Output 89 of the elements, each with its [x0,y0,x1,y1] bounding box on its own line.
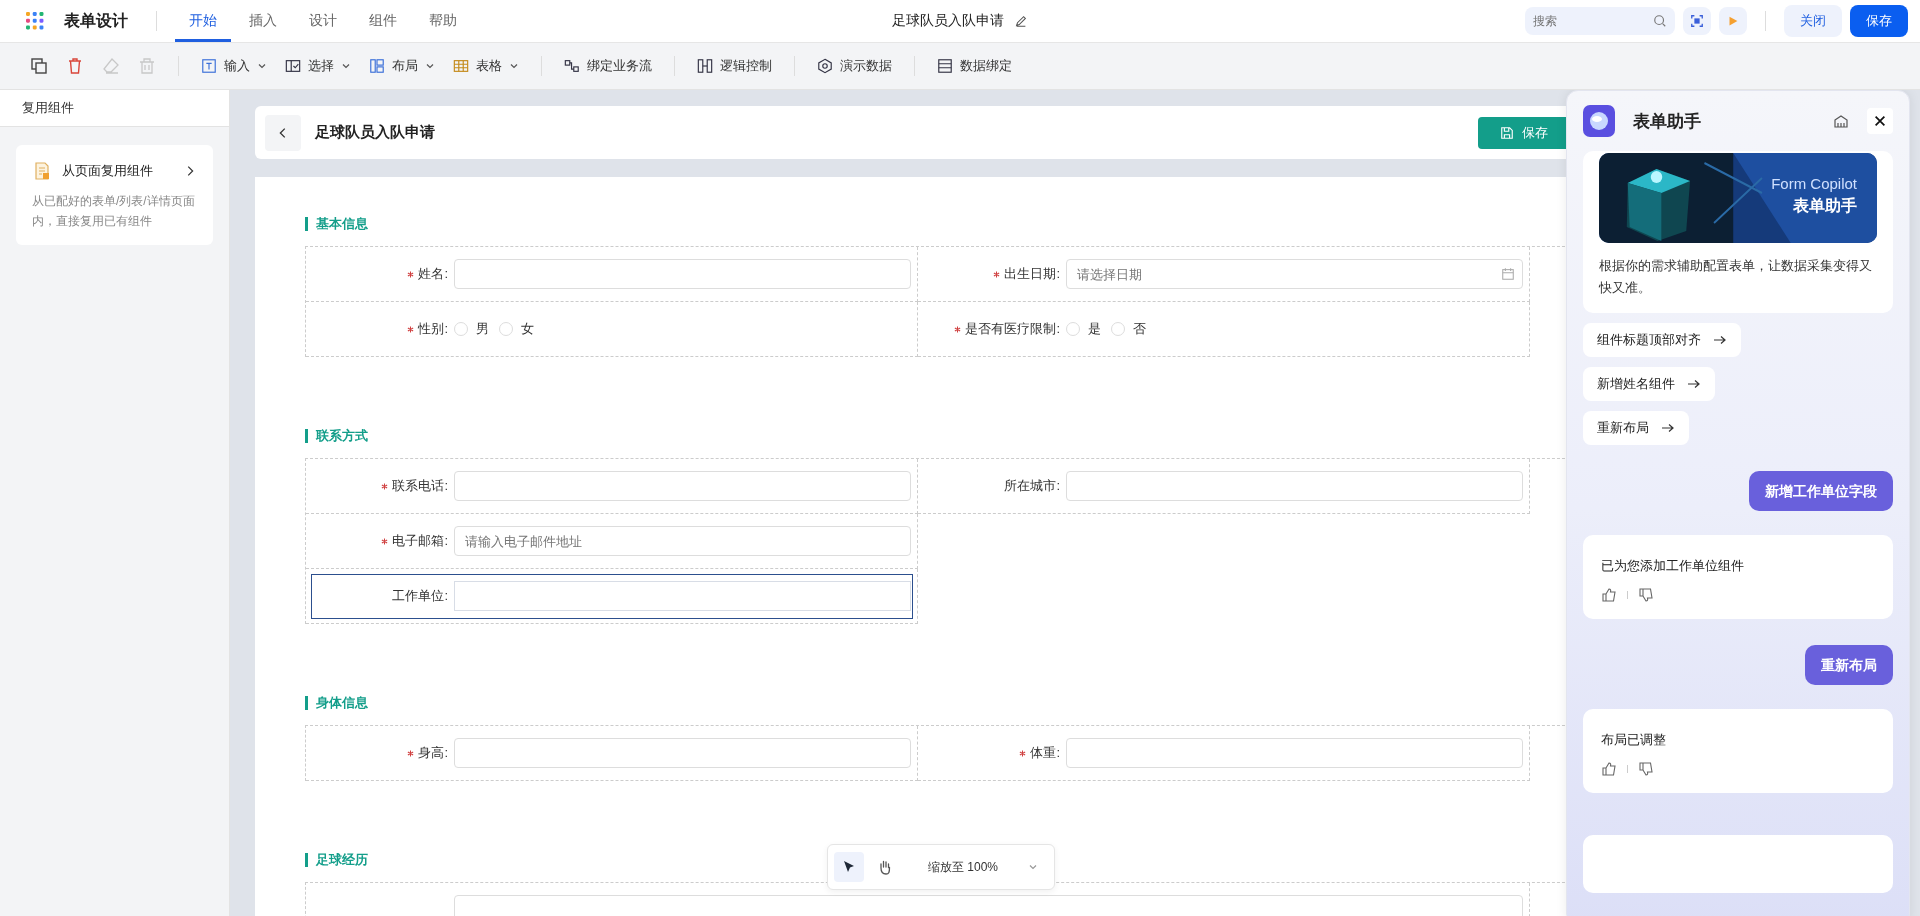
form-title: 足球队员入队申请 [315,123,436,142]
message-input[interactable] [1583,835,1893,893]
calendar-icon[interactable] [1501,267,1515,281]
document-icon [32,161,52,181]
search-field[interactable]: 搜索 [1525,7,1675,35]
input-field[interactable]: 请输入电子邮件地址 [454,526,911,556]
hexagon-icon [817,58,833,74]
document-title: 足球队员入队申请 [892,12,1004,30]
caret-icon [1028,862,1039,872]
table-icon [453,58,469,74]
field-label: 工作单位: [392,587,448,605]
card-title: 从页面复用组件 [62,162,154,180]
toolbar-button[interactable]: 绑定业务流 [558,51,658,81]
field-label: 联系电话: [392,477,448,495]
arrow-right-icon [1713,335,1727,345]
selected-field-frame[interactable]: 工作单位: [306,569,918,624]
radio-option[interactable]: 女 [499,320,534,338]
toolbar-button[interactable]: 输入 [195,51,273,81]
user-message: 新增工作单位字段 [1749,471,1893,511]
close-button[interactable] [1867,108,1893,134]
thumbs-up-icon[interactable] [1601,587,1617,603]
input-field[interactable] [454,738,911,768]
toolbar-button[interactable]: 布局 [363,51,441,81]
banner-title: Form Copilot [1771,175,1857,192]
search-icon[interactable] [1653,14,1667,28]
history-icon[interactable] [1833,113,1849,129]
field-label: 所在城市: [1004,477,1060,495]
arrow-right-icon [1687,379,1701,389]
input-field[interactable] [454,471,911,501]
date-field[interactable]: 请选择日期 [1066,259,1523,289]
screenshot-button[interactable] [1683,7,1711,35]
radio-option[interactable]: 否 [1111,320,1146,338]
database-icon [937,58,953,74]
save-button[interactable]: 保存 [1850,5,1908,37]
floppy-icon [1500,125,1514,140]
arrow-right-icon [1661,423,1675,433]
field-label: 身高: [418,744,448,762]
field-label: 姓名: [418,265,448,283]
toolbar-button[interactable]: 选择 [279,51,357,81]
close-button[interactable]: 关闭 [1784,5,1842,37]
suggestion-chip[interactable]: 组件标题顶部对齐 [1583,323,1741,357]
reuse-card[interactable]: 从页面复用组件 从已配好的表单/列表/详情页面内，直接复用已有组件 [16,145,213,245]
input-field[interactable] [1066,738,1523,768]
banner-subtitle: 表单助手 [1793,196,1857,216]
input-field[interactable] [454,895,1523,916]
play-button[interactable] [1719,7,1747,35]
hand-icon [877,859,893,875]
suggestion-chip[interactable]: 重新布局 [1583,411,1689,445]
assistant-logo [1583,105,1615,137]
reply-text: 已为您添加工作单位组件 [1601,557,1745,575]
input-field[interactable] [454,259,911,289]
field-label: 体重: [1030,744,1060,762]
pointer-tool[interactable] [834,852,864,882]
sidebar-title: 复用组件 [0,90,229,127]
toolbar-button[interactable]: 表格 [447,51,525,81]
radio-option[interactable]: 是 [1066,320,1101,338]
text-box-icon [201,58,217,74]
pencil-icon[interactable] [1014,14,1028,28]
thumbs-down-icon[interactable] [1638,587,1654,603]
card-description: 从已配好的表单/列表/详情页面内，直接复用已有组件 [32,193,196,230]
field-label: 电子邮箱: [392,532,448,550]
field-label: 出生日期: [1004,265,1060,283]
thumbs-down-icon[interactable] [1638,761,1654,777]
toolbar-button[interactable]: 逻辑控制 [691,51,778,81]
reply-text: 布局已调整 [1601,731,1667,749]
field-label: 是否有医疗限制: [965,320,1060,338]
intro-text: 根据你的需求辅助配置表单，让数据采集变得又快又准。 [1599,257,1873,297]
thumbs-up-icon[interactable] [1601,761,1617,777]
app-title: 表单设计 [64,10,128,31]
apps-icon[interactable] [26,12,44,30]
toolbar-button[interactable]: 数据绑定 [931,51,1018,81]
frame-icon [1690,14,1704,28]
layout-icon [369,58,385,74]
logic-icon [697,58,713,74]
menu-tab[interactable]: 组件 [355,0,411,42]
input-field[interactable] [454,581,911,611]
input-field[interactable] [1066,471,1523,501]
user-message: 重新布局 [1805,645,1893,685]
checkbox-list-icon [285,58,301,74]
flow-icon [564,58,580,74]
toolbar-button[interactable]: 演示数据 [811,51,898,81]
field-label: 性别: [418,320,448,338]
menu-tab[interactable]: 帮助 [415,0,471,42]
radio-option[interactable]: 男 [454,320,489,338]
suggestion-chip[interactable]: 新增姓名组件 [1583,367,1715,401]
assistant-title: 表单助手 [1633,110,1702,133]
menu-tab[interactable]: 设计 [295,0,351,42]
close-icon [1873,114,1887,128]
menu-tab[interactable]: 插入 [235,0,291,42]
